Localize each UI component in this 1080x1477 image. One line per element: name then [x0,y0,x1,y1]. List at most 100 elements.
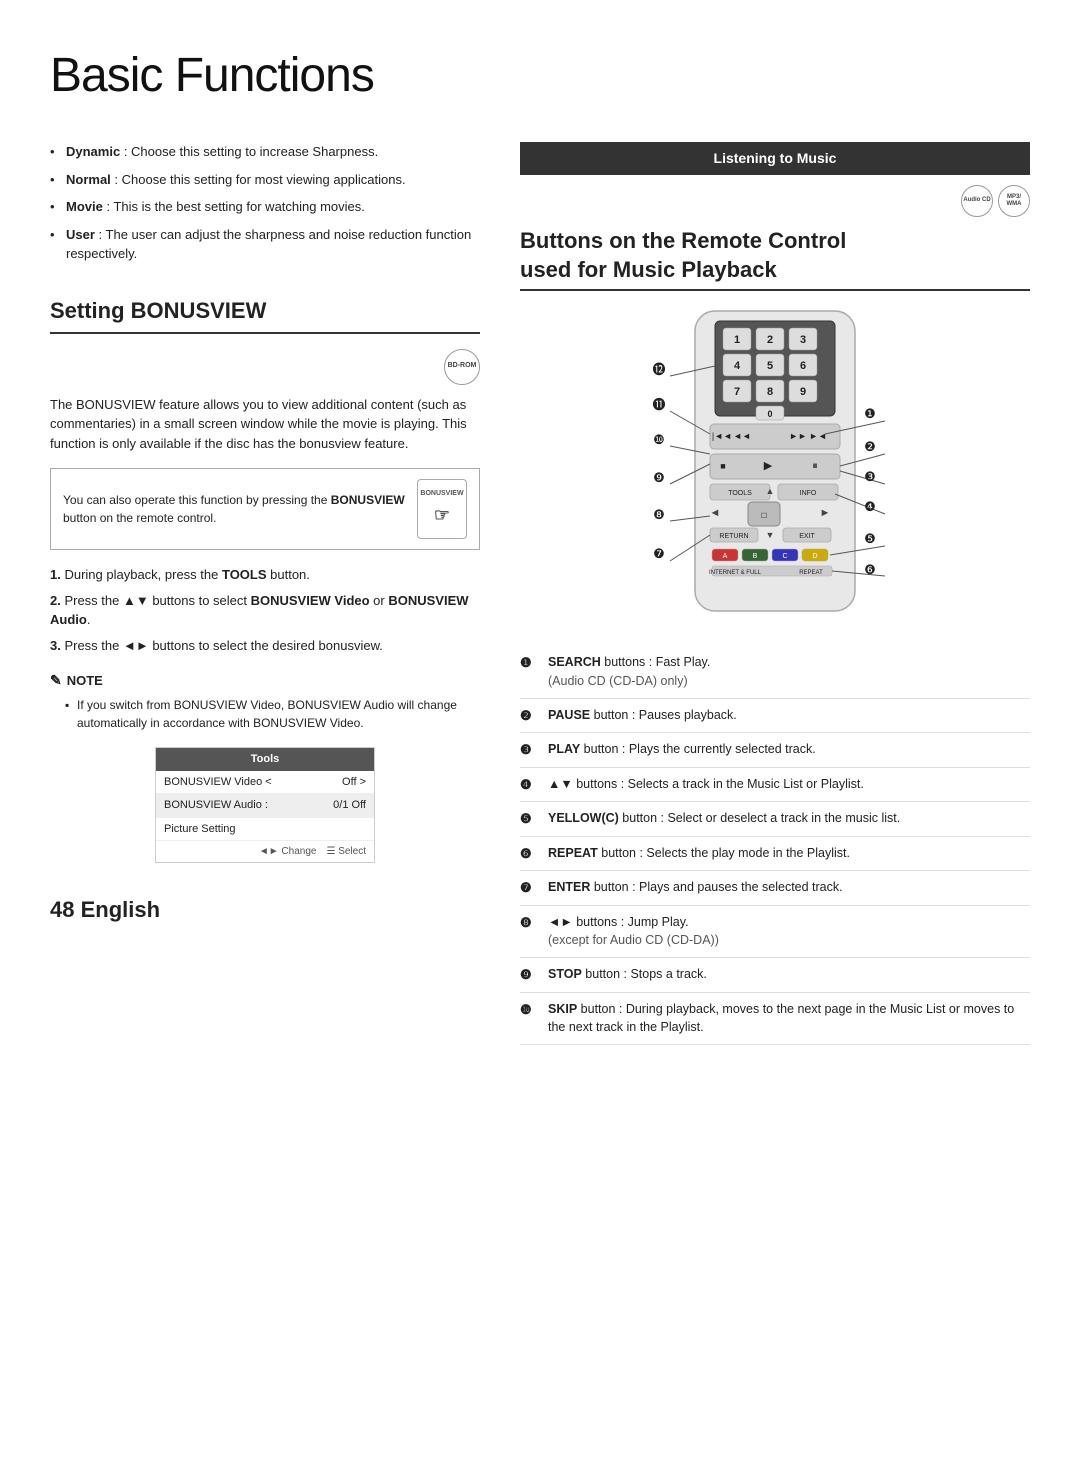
svg-text:INFO: INFO [800,490,817,497]
svg-text:❶: ❶ [864,406,876,421]
desc-item-4: ❹ ▲▼ buttons : Selects a track in the Mu… [520,768,1030,803]
svg-text:⏸: ⏸ [812,460,818,472]
svg-text:◄◄: ◄◄ [733,431,751,441]
tools-footer-change: ◄► Change [259,844,317,859]
bonusview-tip-text: You can also operate this function by pr… [63,491,407,527]
svg-text:◄: ◄ [710,507,721,519]
svg-text:❻: ❻ [864,562,876,577]
bd-rom-icon-container: BD-ROM [50,349,480,385]
remote-svg: 1 2 3 4 5 6 7 8 [615,306,935,626]
svg-text:A: A [723,553,728,560]
bullet-list: Dynamic : Choose this setting to increas… [50,142,480,264]
svg-text:⓬: ⓬ [652,362,665,377]
audio-cd-icon: Audio CD [961,185,993,217]
desc-item-10: ❿ SKIP button : During playback, moves t… [520,993,1030,1046]
bullet-label-movie: Movie [66,199,103,214]
left-column: Dynamic : Choose this setting to increas… [50,142,480,1045]
svg-text:❹: ❹ [864,499,876,514]
tools-menu: Tools BONUSVIEW Video < Off > BONUSVIEW … [155,747,375,863]
remote-diagram: 1 2 3 4 5 6 7 8 [520,306,1030,626]
svg-text:TOOLS: TOOLS [728,490,752,497]
svg-text:►►: ►► [789,431,807,441]
descriptions-list: ❶ SEARCH buttons : Fast Play.(Audio CD (… [520,646,1030,1045]
note-box: NOTE If you switch from BONUSVIEW Video,… [50,670,480,732]
svg-text:❸: ❸ [864,469,876,484]
svg-text:0: 0 [767,409,772,419]
desc-item-8: ❽ ◄► buttons : Jump Play.(except for Aud… [520,906,1030,959]
tools-footer-select: ☰ Select [326,844,366,859]
svg-text:7: 7 [734,386,740,398]
list-item: Movie : This is the best setting for wat… [50,197,480,217]
tools-item-label: Picture Setting [164,821,236,838]
tools-menu-item-bonusview-video: BONUSVIEW Video < Off > [156,771,374,795]
step-1: 1. During playback, press the TOOLS butt… [50,565,480,585]
desc-item-5: ❺ YELLOW(C) button : Select or deselect … [520,802,1030,837]
svg-text:3: 3 [800,334,806,346]
desc-item-1: ❶ SEARCH buttons : Fast Play.(Audio CD (… [520,646,1030,699]
tools-menu-title: Tools [156,748,374,771]
svg-text:⓫: ⓫ [652,397,665,412]
svg-text:8: 8 [767,386,773,398]
svg-text:6: 6 [800,360,806,372]
bonusview-description: The BONUSVIEW feature allows you to view… [50,395,480,454]
list-item: Normal : Choose this setting for most vi… [50,170,480,190]
desc-item-7: ❼ ENTER button : Plays and pauses the se… [520,871,1030,906]
svg-text:❺: ❺ [864,531,876,546]
svg-text:❿: ❿ [653,432,665,447]
svg-text:▶: ▶ [764,460,773,472]
note-title: NOTE [50,670,480,691]
disc-icons-container: Audio CD MP3/WMA [520,185,1030,217]
step-3: 3. Press the ◄► buttons to select the de… [50,636,480,656]
svg-text:9: 9 [800,386,806,398]
tools-item-label: BONUSVIEW Video < [164,774,272,791]
svg-text:4: 4 [734,360,741,372]
svg-text:INTERNET & FULL: INTERNET & FULL [709,570,762,576]
step-2: 2. Press the ▲▼ buttons to select BONUSV… [50,591,480,630]
tools-menu-footer: ◄► Change ☰ Select [156,841,374,862]
mp3-wma-icon: MP3/WMA [998,185,1030,217]
tools-item-label: BONUSVIEW Audio : [164,797,268,814]
page-number: 48 English [50,893,480,926]
list-item: User : The user can adjust the sharpness… [50,225,480,264]
svg-text:D: D [812,553,817,560]
bullet-label-user: User [66,227,95,242]
svg-text:B: B [753,553,758,560]
bonusview-tip-box: You can also operate this function by pr… [50,468,480,550]
svg-text:5: 5 [767,360,773,372]
tools-item-value: Off > [342,774,366,791]
svg-text:❽: ❽ [653,507,665,522]
listening-to-music-header: Listening to Music [520,142,1030,175]
svg-text:▼: ▼ [766,530,775,540]
bonusview-video-ref: BONUSVIEW Video [251,593,370,608]
svg-text:▲: ▲ [766,486,775,496]
desc-item-3: ❸ PLAY button : Plays the currently sele… [520,733,1030,768]
svg-text:❼: ❼ [653,546,665,561]
remote-thumb-image: BONUSVIEW ☞ [417,479,467,539]
bullet-label-normal: Normal [66,172,111,187]
svg-text:►◄: ►◄ [809,431,827,441]
tools-item-value: 0/1 Off [333,797,366,814]
desc-item-2: ❷ PAUSE button : Pauses playback. [520,699,1030,734]
svg-text:2: 2 [767,334,773,346]
note-item: If you switch from BONUSVIEW Video, BONU… [65,696,480,732]
svg-text:☐: ☐ [761,512,767,520]
note-content: If you switch from BONUSVIEW Video, BONU… [50,696,480,732]
tools-menu-item-picture: Picture Setting [156,818,374,842]
svg-text:C: C [782,553,787,560]
svg-text:EXIT: EXIT [799,533,815,540]
desc-item-9: ❾ STOP button : Stops a track. [520,958,1030,993]
bonusview-button-ref: BONUSVIEW [331,493,405,507]
svg-text:REPEAT: REPEAT [799,570,823,576]
svg-text:1: 1 [734,334,740,346]
desc-item-6: ❻ REPEAT button : Selects the play mode … [520,837,1030,872]
svg-text:■: ■ [720,461,725,471]
svg-text:RETURN: RETURN [719,533,748,540]
right-column: Listening to Music Audio CD MP3/WMA Butt… [520,142,1030,1045]
svg-text:❷: ❷ [864,439,876,454]
tools-button-ref: TOOLS [222,567,267,582]
svg-text:❾: ❾ [653,470,665,485]
remote-section-title: Buttons on the Remote Control used for M… [520,227,1030,291]
bullet-label-dynamic: Dynamic [66,144,120,159]
steps-list: 1. During playback, press the TOOLS butt… [50,565,480,655]
tools-menu-item-bonusview-audio: BONUSVIEW Audio : 0/1 Off [156,794,374,818]
